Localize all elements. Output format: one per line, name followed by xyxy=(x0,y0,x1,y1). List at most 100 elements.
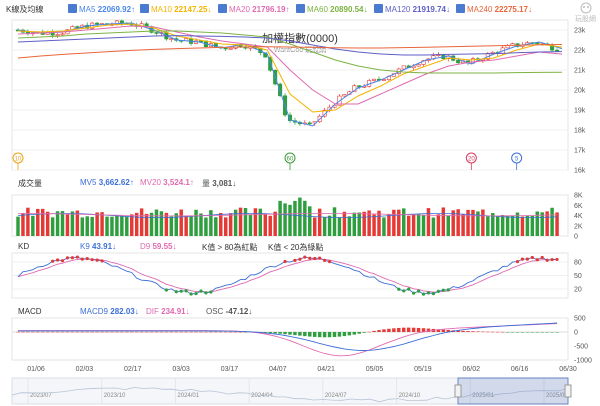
osc-bar xyxy=(144,331,149,333)
navigator-handle-right[interactable] xyxy=(564,384,572,398)
volume-bar xyxy=(520,216,525,236)
volume-bar xyxy=(362,211,366,236)
kd-green-dot xyxy=(204,291,208,295)
osc-bar xyxy=(115,331,119,333)
volume-bar xyxy=(134,212,139,236)
candle-body xyxy=(60,33,65,36)
osc-bar xyxy=(130,331,134,333)
kd-red-dot xyxy=(55,258,60,262)
macd-panel-frame xyxy=(11,317,569,361)
osc-bar xyxy=(125,331,129,333)
osc-bar xyxy=(40,331,45,333)
volume-bar xyxy=(456,209,460,236)
candle-body xyxy=(342,94,347,97)
candle-body xyxy=(154,32,159,34)
kd-red-dot xyxy=(70,256,74,260)
ma-line-ma240 xyxy=(17,44,563,59)
osc-bar xyxy=(278,332,282,334)
macd-y-tick: 500 xyxy=(574,316,586,323)
volume-bar xyxy=(65,214,70,236)
osc-bar xyxy=(273,332,277,334)
kd-y-tick: 50 xyxy=(574,273,582,280)
osc-bar xyxy=(505,332,510,333)
volume-bar xyxy=(451,210,455,236)
volume-bar xyxy=(446,215,450,236)
volume-bar xyxy=(70,211,75,236)
candle-body xyxy=(456,60,461,64)
osc-bar xyxy=(154,331,159,333)
volume-bar xyxy=(130,214,134,236)
volume-bar xyxy=(416,214,421,236)
kd-green-dot xyxy=(164,288,168,292)
x-tick-label: 02/17 xyxy=(124,366,142,373)
volume-bar xyxy=(312,217,317,236)
volume-bar xyxy=(377,210,381,236)
navigator-handle-left[interactable] xyxy=(454,384,462,398)
volume-bar xyxy=(120,216,124,236)
candle-body xyxy=(307,122,312,125)
osc-bar xyxy=(402,327,406,332)
osc-bar xyxy=(332,332,337,338)
navigator-label: 2023/07 xyxy=(30,393,52,399)
osc-bar xyxy=(476,331,480,332)
volume-bar xyxy=(461,214,465,236)
kd-green-dot xyxy=(436,289,440,293)
kd-red-dot xyxy=(550,257,554,262)
osc-bar xyxy=(21,331,25,333)
volume-bar xyxy=(194,209,198,236)
price-y-tick: 21k xyxy=(574,68,586,75)
osc-bar xyxy=(303,332,307,337)
kd-red-dot xyxy=(545,258,549,262)
x-tick-label: 04/21 xyxy=(317,366,335,373)
osc-bar xyxy=(411,327,416,332)
volume-bar xyxy=(149,212,154,236)
volume-bar xyxy=(268,215,272,236)
osc-bar xyxy=(199,331,203,333)
x-tick-label: 05/05 xyxy=(366,366,384,373)
volume-bar xyxy=(258,208,263,236)
kd-green-dot xyxy=(416,289,421,293)
candle-body xyxy=(95,22,100,25)
volume-bar xyxy=(392,209,396,236)
kd-red-dot xyxy=(283,259,287,264)
osc-bar xyxy=(515,332,520,333)
kd-green-dot xyxy=(189,292,193,296)
kd-red-dot xyxy=(555,257,559,262)
osc-bar xyxy=(238,331,243,333)
volume-bar xyxy=(45,211,50,236)
osc-bar xyxy=(545,332,549,333)
osc-bar xyxy=(441,329,446,332)
x-tick-label: 04/07 xyxy=(269,366,287,373)
osc-bar xyxy=(209,331,213,333)
volume-bar xyxy=(40,208,45,236)
osc-bar xyxy=(352,332,357,335)
osc-bar xyxy=(75,331,80,333)
candle-body xyxy=(55,34,60,36)
volume-bar xyxy=(154,209,159,236)
volume-bar xyxy=(436,214,441,236)
kd-green-dot xyxy=(402,289,406,293)
stock-chart-canvas[interactable]: 23k22k21k20k19k18k17k16k60 2010 58K6K4K2K0… xyxy=(0,0,600,406)
volume-bar xyxy=(308,206,312,236)
volume-bar xyxy=(184,215,188,236)
kd-green-dot xyxy=(407,287,411,291)
volume-bar xyxy=(115,216,119,236)
kd-red-dot xyxy=(535,258,539,262)
kd-red-dot xyxy=(323,258,327,262)
kd-red-dot xyxy=(327,260,332,264)
osc-bar xyxy=(36,331,40,333)
volume-y-tick: 2K xyxy=(574,223,583,230)
candle-body xyxy=(228,48,233,50)
marker-label: 60 xyxy=(287,157,294,163)
price-y-tick: 16k xyxy=(574,168,586,175)
osc-bar xyxy=(219,331,223,333)
kd-green-dot xyxy=(179,289,183,293)
macd-y-tick: -1000 xyxy=(574,358,592,365)
osc-bar xyxy=(60,331,65,333)
marker-label: 10 xyxy=(15,157,22,163)
navigator-range[interactable] xyxy=(457,377,569,405)
volume-bar xyxy=(278,200,282,236)
volume-bar xyxy=(411,214,416,236)
volume-bar xyxy=(327,215,332,236)
volume-bar xyxy=(555,212,559,236)
